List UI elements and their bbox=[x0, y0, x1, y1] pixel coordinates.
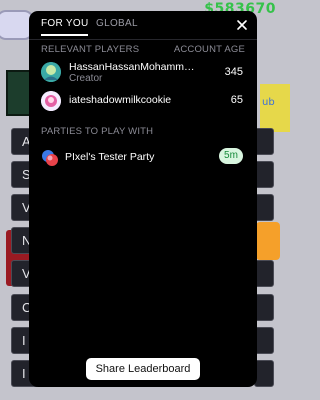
relevant-players-label: RELEVANT PLAYERS bbox=[41, 44, 140, 55]
background-sign-text: ub bbox=[262, 97, 275, 108]
account-age-value: 65 bbox=[230, 94, 243, 106]
leaderboard-panel: FOR YOU GLOBAL RELEVANT PLAYERS ACCOUNT … bbox=[29, 11, 257, 387]
background-tile-right[interactable] bbox=[254, 360, 274, 387]
avatar bbox=[41, 91, 61, 111]
tab-global[interactable]: GLOBAL bbox=[96, 18, 138, 29]
player-name: iateshadowmilkcookie bbox=[69, 94, 172, 106]
share-leaderboard-button[interactable]: Share Leaderboard bbox=[86, 358, 200, 380]
background-sign bbox=[260, 84, 290, 132]
relevant-players-header: RELEVANT PLAYERS ACCOUNT AGE bbox=[41, 44, 245, 55]
background-decoration-orange bbox=[256, 222, 280, 260]
background-tile-right[interactable] bbox=[254, 194, 274, 221]
player-name: HassanHassanMohamm… bbox=[69, 61, 195, 73]
account-age-label: ACCOUNT AGE bbox=[173, 44, 245, 55]
player-row[interactable]: iateshadowmilkcookie 65 bbox=[41, 91, 245, 113]
parties-header: PARTIES TO PLAY WITH bbox=[41, 126, 154, 137]
close-icon bbox=[237, 20, 247, 30]
party-row[interactable]: PIxel's Tester Party 5m bbox=[41, 148, 245, 169]
party-icon bbox=[41, 149, 59, 167]
background-tile-right[interactable] bbox=[254, 128, 274, 155]
tab-for-you[interactable]: FOR YOU bbox=[41, 18, 89, 36]
avatar bbox=[41, 62, 61, 82]
background-tile-right[interactable] bbox=[254, 161, 274, 188]
tab-bar: FOR YOU GLOBAL bbox=[29, 11, 257, 39]
player-row[interactable]: HassanHassanMohamm… Creator 345 bbox=[41, 61, 245, 87]
party-time-badge: 5m bbox=[219, 148, 243, 164]
background-tile-right[interactable] bbox=[254, 260, 274, 287]
party-name: PIxel's Tester Party bbox=[65, 151, 155, 163]
close-button[interactable] bbox=[235, 17, 249, 31]
player-role: Creator bbox=[69, 73, 103, 84]
account-age-value: 345 bbox=[224, 66, 243, 78]
background-tile-right[interactable] bbox=[254, 294, 274, 321]
divider bbox=[29, 39, 257, 40]
background-tile-right[interactable] bbox=[254, 327, 274, 354]
